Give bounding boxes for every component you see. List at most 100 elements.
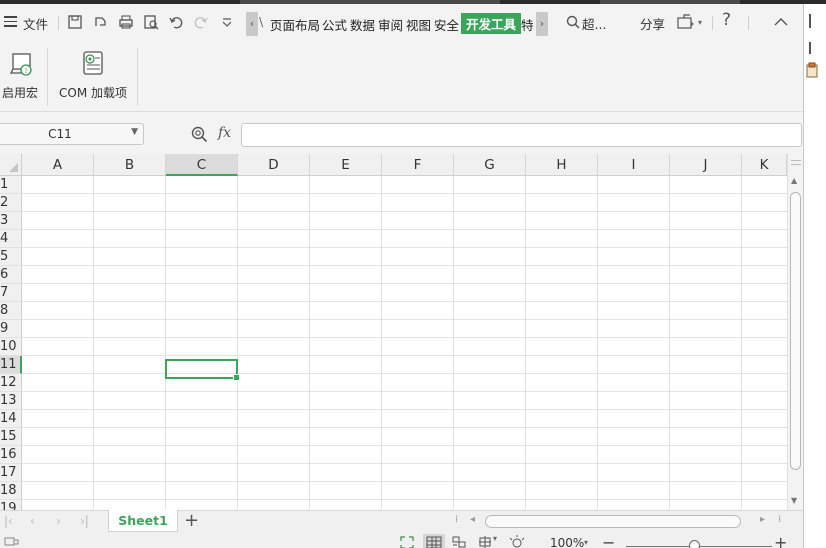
save-icon[interactable] [66,13,84,31]
eye-protection-icon[interactable] [508,534,526,548]
print-preview-icon[interactable] [142,13,160,31]
name-box-value: C11 [48,127,72,141]
split-handle-icon[interactable] [791,160,801,168]
row-header-1[interactable]: 1 [0,176,22,194]
row-header-14[interactable]: 14 [0,410,22,428]
reading-mode-icon[interactable] [476,534,494,548]
enable-macro-button[interactable]: ! 启用宏 [0,50,40,101]
row-header-8[interactable]: 8 [0,302,22,320]
row-header-11[interactable]: 11 [0,356,22,374]
ribbon-divider [47,48,48,106]
column-header-e[interactable]: E [310,154,382,176]
column-header-b[interactable]: B [94,154,166,176]
macro-record-icon[interactable] [2,534,20,548]
vertical-scroll-thumb[interactable] [790,192,801,470]
view-dropdown-icon[interactable]: ▾ [493,534,503,548]
vertical-scrollbar[interactable]: ▲ ▼ [787,154,803,510]
zoom-level[interactable]: 100% [550,536,584,548]
column-header-i[interactable]: I [598,154,670,176]
hamburger-menu-icon[interactable] [4,16,17,27]
row-header-10[interactable]: 10 [0,338,22,356]
tab-view[interactable]: 视图 [406,15,431,34]
normal-view-icon[interactable] [423,534,445,548]
tab-formulas[interactable]: 公式 [322,15,347,34]
search-box[interactable]: 超... [582,14,606,33]
next-sheet-icon[interactable]: › [56,514,61,528]
tab-scroll-right-button[interactable]: › [536,12,548,36]
last-sheet-icon[interactable]: ›| [80,514,89,528]
row-header-16[interactable]: 16 [0,446,22,464]
zoom-dropdown-icon[interactable]: ▾ [584,538,594,548]
row-header-13[interactable]: 13 [0,392,22,410]
zoom-search-icon[interactable] [191,126,208,143]
row-header-2[interactable]: 2 [0,194,22,212]
first-sheet-icon[interactable]: |‹ [4,514,13,528]
help-button[interactable]: ? [722,10,731,30]
scroll-down-icon[interactable]: ▼ [791,496,797,505]
share-options-icon[interactable] [676,13,694,31]
row-header-5[interactable]: 5 [0,248,22,266]
row-header-15[interactable]: 15 [0,428,22,446]
file-menu[interactable]: 文件 [23,14,48,33]
tab-data[interactable]: 数据 [350,15,375,34]
row-header-18[interactable]: 18 [0,482,22,500]
row-header-4[interactable]: 4 [0,230,22,248]
tab-scroll-left-button[interactable]: ‹ [246,12,258,36]
share-button[interactable]: 分享 [640,14,665,33]
sheet-tab-bar: |‹ ‹ › ›| Sheet1 + ⁞ ◂ ▸ ⁞ [0,510,803,532]
tab-security[interactable]: 安全 [434,15,459,34]
sheet-tab[interactable]: Sheet1 [108,510,178,532]
print-icon[interactable] [117,13,135,31]
select-all-corner[interactable] [0,154,22,176]
collapse-ribbon-icon[interactable] [772,13,790,31]
insert-function-button[interactable]: fx [218,125,231,141]
page-break-view-icon[interactable] [450,534,468,548]
formula-input[interactable] [241,123,802,147]
zoom-slider-thumb[interactable] [689,540,700,548]
row-header-6[interactable]: 6 [0,266,22,284]
prev-sheet-icon[interactable]: ‹ [30,514,35,528]
column-header-k[interactable]: K [742,154,787,176]
row-header-17[interactable]: 17 [0,464,22,482]
scroll-up-icon[interactable]: ▲ [791,176,797,185]
row-header-9[interactable]: 9 [0,320,22,338]
add-sheet-button[interactable]: + [184,511,199,531]
column-header-j[interactable]: J [670,154,742,176]
share-dropdown-icon[interactable]: ▾ [698,18,702,27]
clipboard-icon[interactable] [805,62,819,78]
quick-access-dropdown-icon[interactable] [218,13,236,31]
tab-developer[interactable]: 开发工具 [461,13,522,34]
tab-review[interactable]: 审阅 [378,15,403,34]
zoom-in-button[interactable]: + [774,533,787,548]
column-header-c[interactable]: C [166,154,238,176]
tab-splitter-icon[interactable]: ⁞ [455,514,458,525]
export-icon[interactable] [92,13,110,31]
active-cell-c11[interactable] [165,359,240,381]
column-header-a[interactable]: A [22,154,94,176]
search-icon[interactable] [564,13,582,31]
split-handle-icon[interactable]: ⁞ [778,514,781,525]
adjacent-window-edge [803,4,826,548]
scroll-right-icon[interactable]: ▸ [760,514,765,525]
com-addins-button[interactable]: COM 加载项 [57,50,129,101]
cell-area[interactable] [22,176,787,510]
undo-icon[interactable] [167,13,185,31]
redo-icon[interactable] [192,13,210,31]
column-header-f[interactable]: F [382,154,454,176]
row-header-12[interactable]: 12 [0,374,22,392]
tab-special[interactable]: 特 [521,15,534,34]
row-header-3[interactable]: 3 [0,212,22,230]
name-box[interactable]: C11 ▼ [0,123,144,145]
ribbon-divider [137,48,138,106]
fullscreen-icon[interactable] [398,534,416,548]
column-header-d[interactable]: D [238,154,310,176]
zoom-out-button[interactable]: − [602,533,615,548]
tab-page-layout[interactable]: 页面布局 [270,15,320,34]
row-header-7[interactable]: 7 [0,284,22,302]
column-header-g[interactable]: G [454,154,526,176]
horizontal-scroll-thumb[interactable] [485,515,741,528]
chevron-down-icon[interactable]: ▼ [131,127,138,137]
column-header-h[interactable]: H [526,154,598,176]
svg-text:!: ! [25,67,28,75]
scroll-left-icon[interactable]: ◂ [470,514,475,525]
